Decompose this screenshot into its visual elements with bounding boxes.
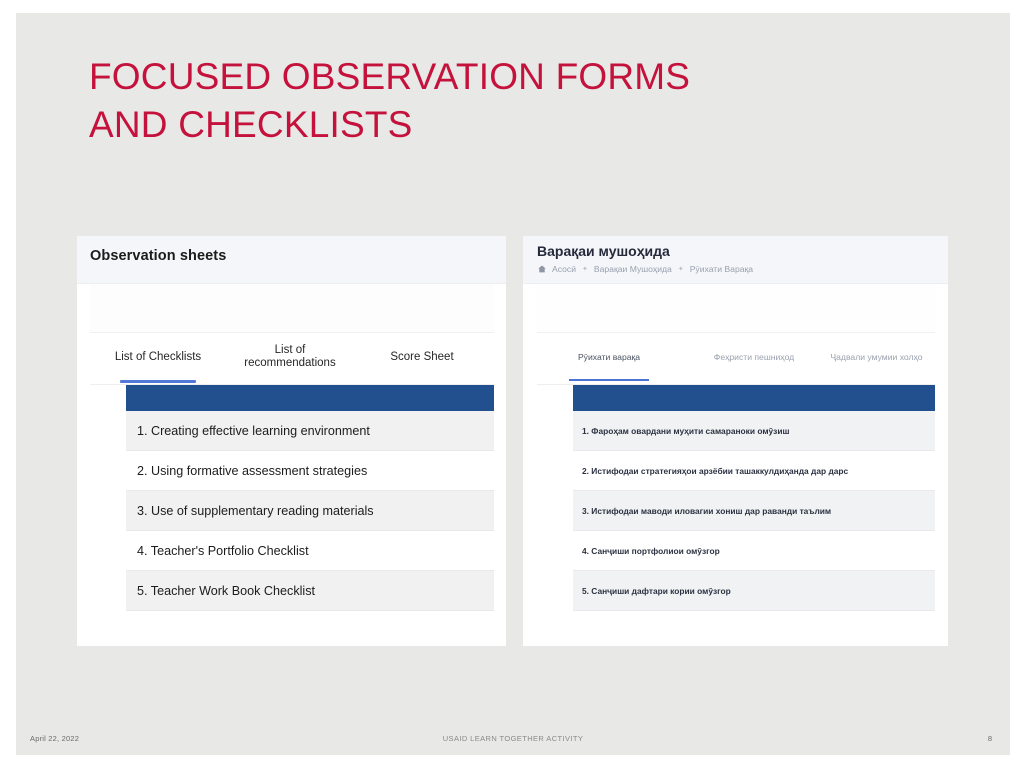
table-header-bar [573, 385, 935, 411]
breadcrumb-item-sheet-list[interactable]: Рӯихати Варақа [690, 264, 753, 274]
table-row[interactable]: 3. Use of supplementary reading material… [126, 491, 494, 531]
breadcrumb-item-home[interactable]: Асосӣ [552, 264, 576, 274]
tab-list-of-checklists[interactable]: List of Checklists [98, 351, 218, 364]
page-title: FOCUSED OBSERVATION FORMS AND CHECKLISTS [89, 56, 691, 145]
tab-fehristi-peshnihod[interactable]: Феҳристи пешниҳод [689, 351, 819, 363]
tab-ruihati-varaqa[interactable]: Рӯихати варақа [549, 351, 669, 363]
table-row[interactable]: 2. Истифодаи стратегияҳои арзёбии ташакк… [573, 451, 935, 491]
right-app-header-title: Варақаи мушоҳида [537, 243, 670, 259]
left-app-tabs: List of Checklists List of recommendatio… [90, 333, 494, 385]
left-app-checklist-table: 1. Creating effective learning environme… [126, 385, 494, 646]
breadcrumb-separator: ✦ [677, 266, 684, 273]
active-tab-indicator [120, 380, 196, 383]
right-app-body: Рӯихати варақа Феҳристи пешниҳод Ҷадвали… [537, 284, 935, 646]
breadcrumb-separator: ✦ [582, 266, 588, 273]
right-app-tabs: Рӯихати варақа Феҳристи пешниҳод Ҷадвали… [537, 333, 935, 385]
slide-canvas: FOCUSED OBSERVATION FORMS AND CHECKLISTS… [16, 13, 1010, 755]
right-app-checklist-table: 1. Фароҳам овардани муҳити самараноки ом… [573, 385, 935, 646]
home-icon [538, 265, 546, 273]
table-row[interactable]: 5. Санҷиши дафтари кории омӯзгор [573, 571, 935, 611]
table-header-bar [126, 385, 494, 411]
right-app-header: Варақаи мушоҳида Асосӣ ✦ Варақаи Мушоҳид… [523, 236, 948, 284]
table-row[interactable]: 4. Санҷиши портфолиои омӯзгор [573, 531, 935, 571]
left-app-header: Observation sheets [77, 236, 506, 284]
table-row[interactable]: 4. Teacher's Portfolio Checklist [126, 531, 494, 571]
left-app-body: List of Checklists List of recommendatio… [90, 284, 494, 646]
table-row[interactable]: 1. Фароҳам овардани муҳити самараноки ом… [573, 411, 935, 451]
tab-jadvali-umumii-holho[interactable]: Ҷадвали умумии холҳо [809, 351, 944, 363]
tab-score-sheet[interactable]: Score Sheet [362, 351, 482, 364]
tab-list-of-recommendations[interactable]: List of recommendations [230, 344, 350, 370]
table-row[interactable]: 1. Creating effective learning environme… [126, 411, 494, 451]
right-app-filter-bar [537, 284, 935, 333]
table-row[interactable]: 2. Using formative assessment strategies [126, 451, 494, 491]
right-app-screenshot: Варақаи мушоҳида Асосӣ ✦ Варақаи Мушоҳид… [523, 236, 948, 646]
table-row[interactable]: 3. Истифодаи маводи иловагии хониш дар р… [573, 491, 935, 531]
table-row[interactable]: 5. Teacher Work Book Checklist [126, 571, 494, 611]
left-app-screenshot: Observation sheets List of Checklists Li… [77, 236, 506, 646]
breadcrumb: Асосӣ ✦ Варақаи Мушоҳида ✦ Рӯихати Варақ… [538, 264, 753, 274]
footer-activity: USAID LEARN TOGETHER ACTIVITY [442, 734, 584, 743]
footer-page-number: 8 [987, 734, 992, 743]
active-tab-indicator [569, 379, 649, 381]
breadcrumb-item-observation-sheet[interactable]: Варақаи Мушоҳида [594, 264, 672, 274]
left-app-header-title: Observation sheets [90, 248, 227, 264]
left-app-filter-bar [90, 284, 494, 333]
